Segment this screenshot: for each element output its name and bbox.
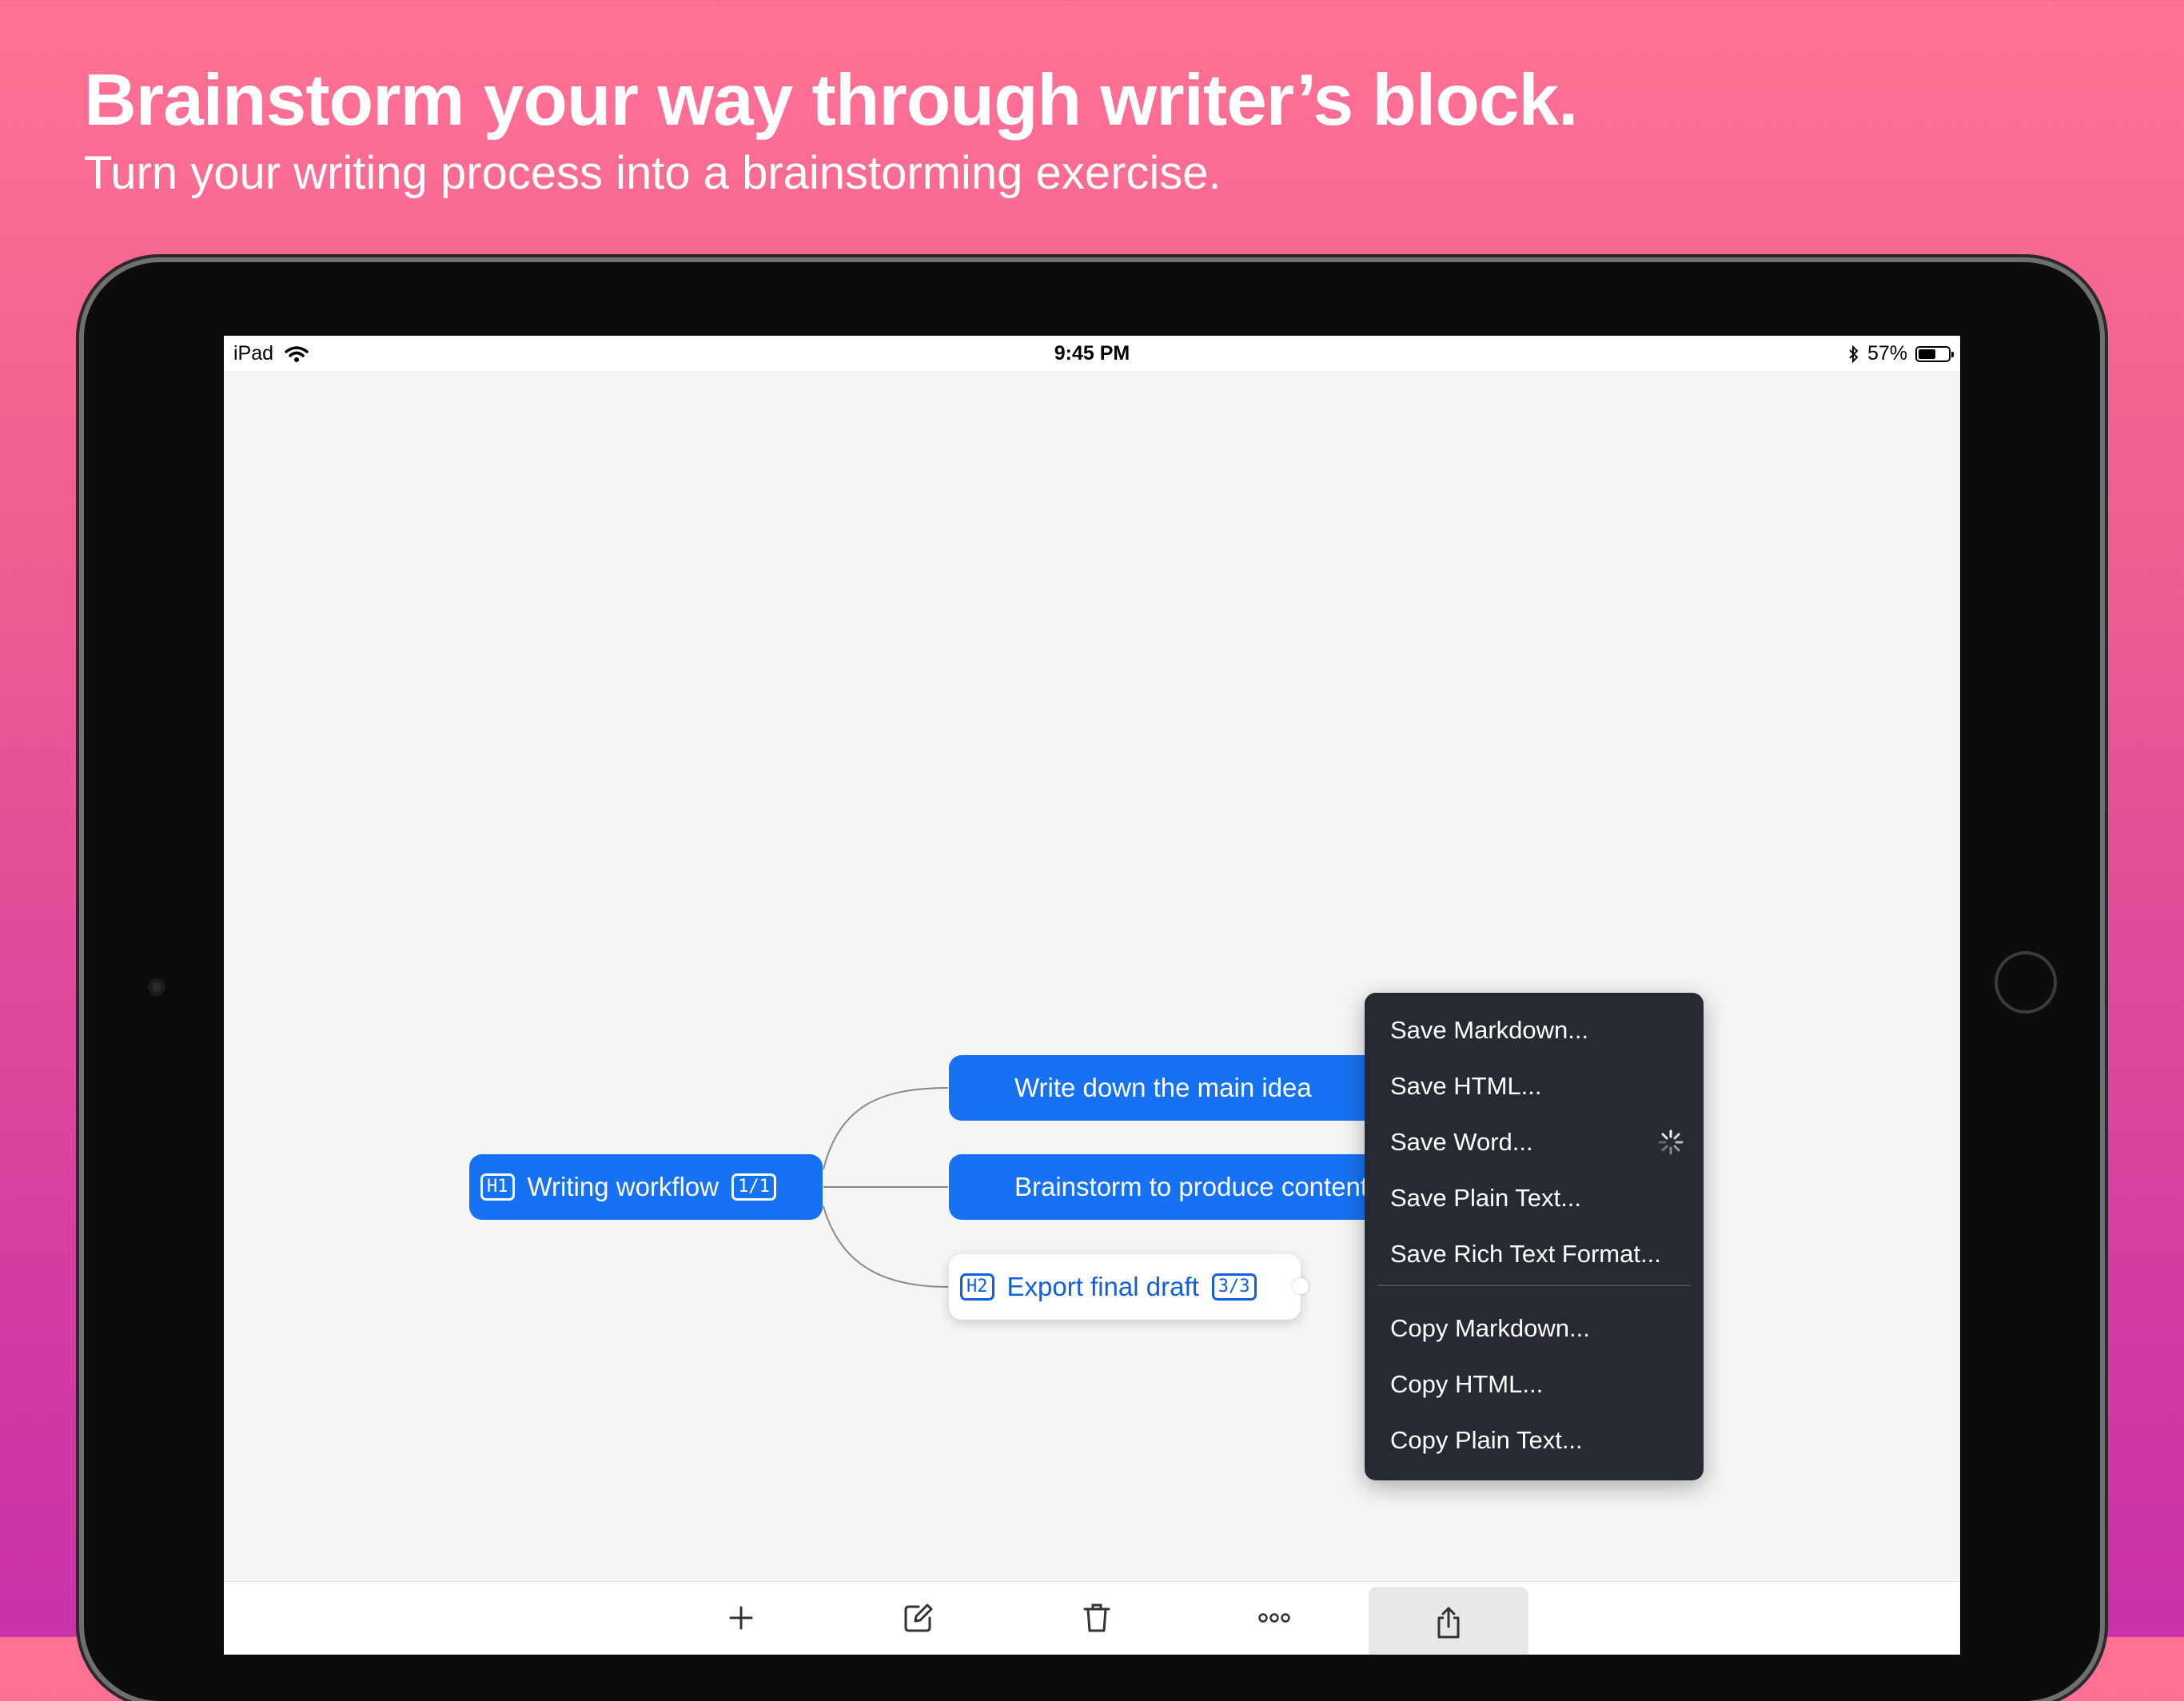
hero-title: Brainstorm your way through writer’s blo…	[84, 60, 1578, 141]
menu-item-save-plain-text[interactable]: Save Plain Text...	[1390, 1170, 1684, 1226]
menu-item-label: Save HTML...	[1390, 1072, 1542, 1100]
export-menu: Save Markdown... Save HTML... Save Word.…	[1365, 993, 1704, 1480]
edit-node-button[interactable]	[887, 1587, 950, 1649]
menu-item-save-markdown[interactable]: Save Markdown...	[1390, 1002, 1684, 1058]
menu-item-label: Copy Plain Text...	[1390, 1426, 1583, 1454]
heading-tag: H2	[960, 1273, 994, 1301]
menu-item-label: Copy Markdown...	[1390, 1314, 1590, 1342]
menu-item-label: Save Word...	[1390, 1128, 1533, 1156]
menu-item-save-html[interactable]: Save HTML...	[1390, 1058, 1684, 1114]
bluetooth-icon	[1849, 345, 1859, 363]
status-time: 9:45 PM	[1054, 342, 1130, 364]
hero-subtitle: Turn your writing process into a brainst…	[84, 147, 1222, 199]
more-options-button[interactable]	[1243, 1587, 1305, 1649]
battery-level	[1919, 349, 1935, 359]
menu-item-save-rtf[interactable]: Save Rich Text Format...	[1390, 1226, 1684, 1282]
status-bar: iPad 9:45 PM 57%	[224, 336, 1960, 371]
delete-node-button[interactable]	[1066, 1587, 1128, 1649]
share-icon	[1437, 1607, 1460, 1639]
node-drag-handle[interactable]	[1293, 1278, 1309, 1294]
node-count-badge: 1/1	[731, 1173, 776, 1201]
add-node-button[interactable]	[710, 1587, 772, 1649]
home-button[interactable]	[1995, 951, 2057, 1014]
battery-percentage: 57%	[1867, 342, 1907, 364]
battery-icon	[1915, 345, 1954, 362]
child-node-label: Brainstorm to produce content	[1014, 1172, 1369, 1201]
menu-item-copy-plain-text[interactable]: Copy Plain Text...	[1390, 1412, 1684, 1468]
root-node[interactable]: H1 Writing workflow 1/1	[469, 1154, 823, 1220]
menu-item-copy-markdown[interactable]: Copy Markdown...	[1390, 1301, 1684, 1356]
more-icon	[1258, 1613, 1290, 1623]
child-node-label: Export final draft	[1006, 1272, 1199, 1301]
menu-divider	[1377, 1285, 1691, 1286]
ipad-device-frame: iPad 9:45 PM 57% H1 Writing workflow 1/1…	[84, 262, 2100, 1701]
menu-item-label: Copy HTML...	[1390, 1370, 1544, 1398]
edit-icon	[904, 1603, 933, 1632]
child-node-main-idea[interactable]: Write down the main idea	[949, 1055, 1406, 1121]
menu-item-copy-html[interactable]: Copy HTML...	[1390, 1356, 1684, 1412]
trash-icon	[1083, 1603, 1110, 1632]
share-button[interactable]	[1369, 1587, 1528, 1655]
bottom-toolbar	[224, 1581, 1960, 1655]
plus-icon	[729, 1606, 753, 1630]
menu-item-label: Save Rich Text Format...	[1390, 1240, 1661, 1268]
menu-item-label: Save Markdown...	[1390, 1016, 1589, 1044]
app-screen: iPad 9:45 PM 57% H1 Writing workflow 1/1…	[224, 336, 1960, 1655]
heading-tag: H1	[480, 1173, 515, 1201]
menu-item-label: Save Plain Text...	[1390, 1184, 1581, 1212]
child-node-export-selected[interactable]: H2 Export final draft 3/3	[949, 1254, 1309, 1320]
loading-spinner-icon	[1658, 1129, 1684, 1155]
child-node-label: Write down the main idea	[1014, 1073, 1312, 1102]
node-count-badge: 3/3	[1211, 1273, 1257, 1301]
front-camera	[148, 978, 165, 996]
menu-item-save-word[interactable]: Save Word...	[1390, 1114, 1684, 1170]
root-node-label: Writing workflow	[527, 1172, 719, 1201]
